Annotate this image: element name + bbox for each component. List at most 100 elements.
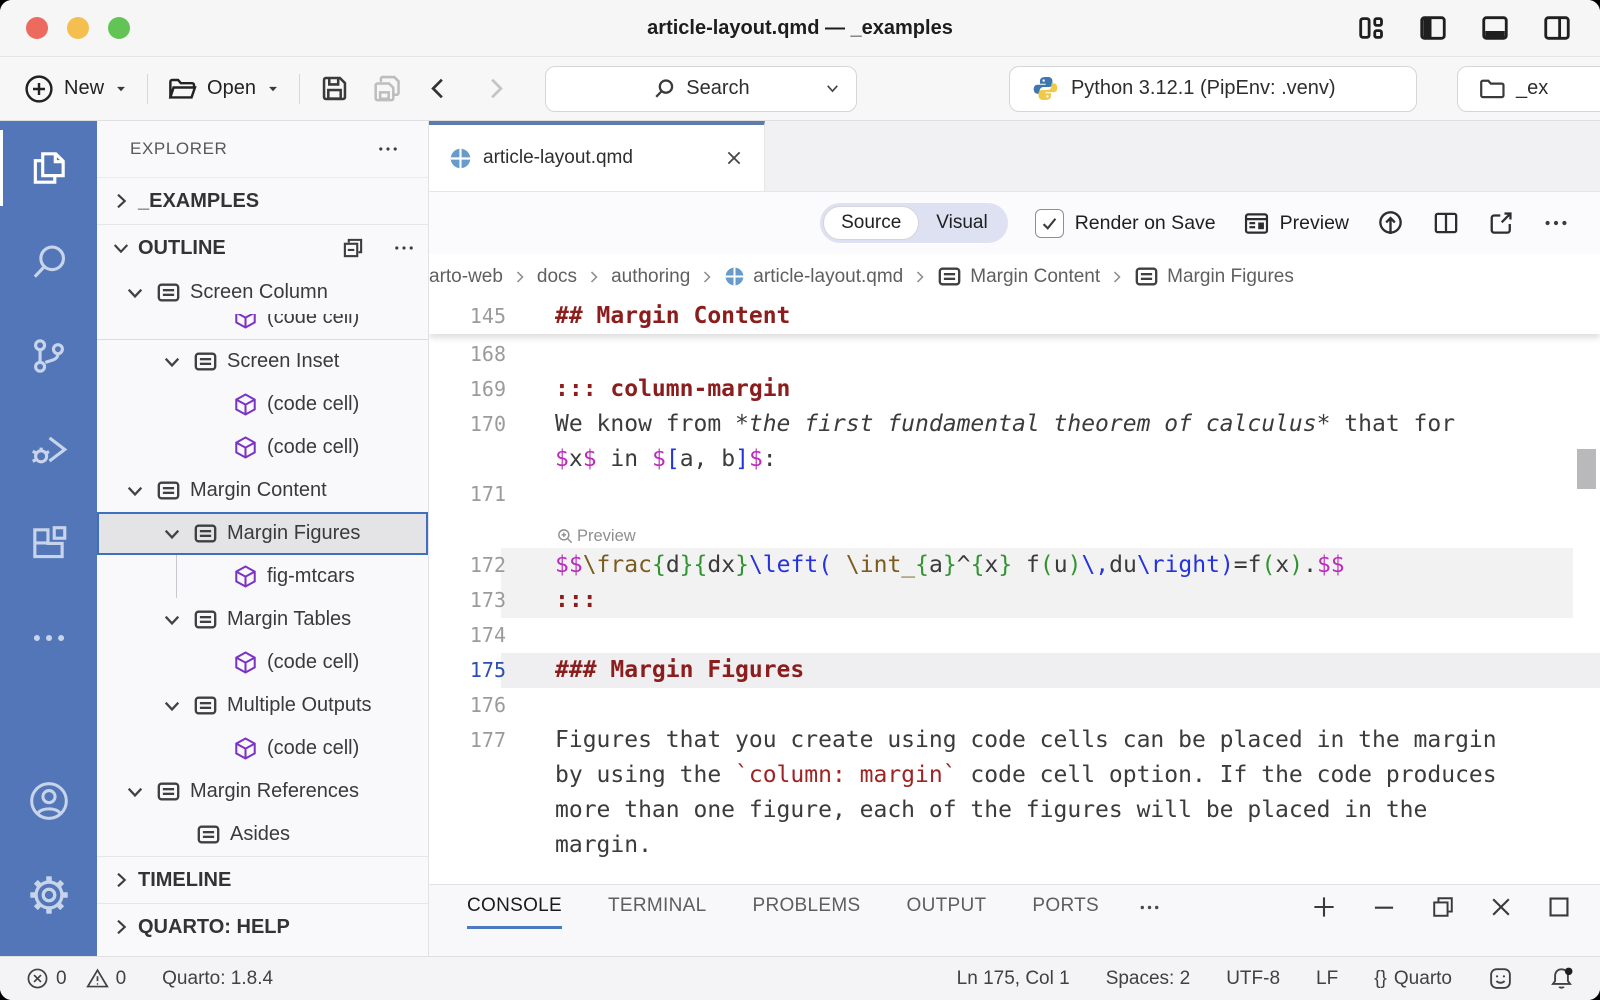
toggle-primary-sidebar-icon[interactable] xyxy=(1418,13,1448,43)
close-tab-icon[interactable] xyxy=(724,148,744,168)
preview-button[interactable]: Preview xyxy=(1243,210,1349,237)
section-symbol-icon xyxy=(156,478,181,503)
code-line-text: $$\frac{d}{dx}\left( \int_{a}^{x} f(u)\,… xyxy=(555,548,1345,583)
encoding-status[interactable]: UTF-8 xyxy=(1226,968,1280,990)
collapse-all-icon[interactable] xyxy=(340,235,366,261)
navigate-back-icon[interactable] xyxy=(425,75,452,102)
new-terminal-icon[interactable] xyxy=(1310,893,1338,921)
breadcrumb: arto-web docs authoring article-layout.qmd M… xyxy=(429,254,1600,299)
workspace-folder-button[interactable]: _ex xyxy=(1457,66,1600,112)
breadcrumb-item-margin-content[interactable]: Margin Content xyxy=(937,264,1100,289)
notifications-bell-icon[interactable] xyxy=(1549,966,1574,991)
breadcrumb-item-margin-figures[interactable]: Margin Figures xyxy=(1134,264,1294,289)
outline-item-margin-figures[interactable]: Margin Figures xyxy=(97,512,428,555)
outline-item-margin-content[interactable]: Margin Content xyxy=(97,469,428,512)
render-on-save[interactable]: Render on Save xyxy=(1035,209,1216,238)
save-icon[interactable] xyxy=(319,73,350,104)
breadcrumb-item-arto-web[interactable]: arto-web xyxy=(429,266,503,288)
panel-tab-ports[interactable]: PORTS xyxy=(1032,885,1099,929)
panel-tab-problems[interactable]: PROBLEMS xyxy=(752,885,860,929)
search-label: Search xyxy=(686,77,749,100)
line-number xyxy=(429,793,506,828)
search-dropdown-icon[interactable] xyxy=(824,80,841,97)
panel-more-icon[interactable] xyxy=(1137,885,1162,929)
customize-layout-icon[interactable] xyxy=(1356,13,1386,43)
section-symbol-icon xyxy=(1134,264,1159,289)
editor-more-icon[interactable] xyxy=(1542,209,1570,237)
cursor-position-status[interactable]: Ln 175, Col 1 xyxy=(957,968,1070,990)
workspace-folder-label: _ex xyxy=(1516,77,1548,100)
panel-tab-console[interactable]: CONSOLE xyxy=(467,885,562,929)
codelens-preview[interactable]: Preview xyxy=(429,512,1600,548)
outline-item-screen-column[interactable]: Screen Column xyxy=(97,271,428,314)
editor-region: article-layout.qmd Source Visual Render … xyxy=(429,121,1600,956)
line-number: 169 xyxy=(429,372,506,407)
outline-more-icon[interactable] xyxy=(392,236,416,260)
explorer-more-icon[interactable] xyxy=(376,137,400,161)
activity-settings[interactable] xyxy=(0,848,97,942)
breadcrumb-item-article-layout-qmd[interactable]: article-layout.qmd xyxy=(724,266,903,288)
outline-item-fig-mtcars[interactable]: fig-mtcars xyxy=(97,555,428,598)
outline-clipped-row: (code cell) xyxy=(97,314,428,340)
toggle-secondary-sidebar-icon[interactable] xyxy=(1542,13,1572,43)
panel-tab-output[interactable]: OUTPUT xyxy=(906,885,986,929)
close-panel-icon[interactable] xyxy=(1488,894,1514,920)
toggle-panel-icon[interactable] xyxy=(1480,13,1510,43)
sidebar-section-examples[interactable]: _EXAMPLES xyxy=(97,178,428,224)
section-symbol-icon xyxy=(193,349,218,374)
publish-icon[interactable] xyxy=(1376,209,1405,238)
activity-source-control[interactable] xyxy=(0,309,97,403)
outline-item--code-cell-[interactable]: (code cell) xyxy=(97,727,428,770)
breadcrumb-item-docs[interactable]: docs xyxy=(537,266,577,288)
maximize-panel-icon[interactable] xyxy=(1546,894,1572,920)
indentation-label: Spaces: 2 xyxy=(1106,968,1191,990)
sidebar-section-outline[interactable]: OUTLINE xyxy=(97,225,428,271)
outline-item--code-cell-[interactable]: (code cell) xyxy=(97,641,428,684)
activity-more[interactable] xyxy=(0,591,97,685)
navigate-forward-icon[interactable] xyxy=(482,75,509,102)
problems-status[interactable]: 0 0 xyxy=(26,967,126,990)
activity-extensions[interactable] xyxy=(0,497,97,591)
quarto-version-status[interactable]: Quarto: 1.8.4 xyxy=(162,968,273,990)
scrollbar-thumb[interactable] xyxy=(1577,449,1596,489)
render-on-save-checkbox[interactable] xyxy=(1035,209,1064,238)
activity-account[interactable] xyxy=(0,754,97,848)
outline-item--code-cell-[interactable]: (code cell) xyxy=(97,426,428,469)
sidebar-section-quarto-help[interactable]: QUARTO: HELP xyxy=(97,904,428,950)
restore-panel-icon[interactable] xyxy=(1430,894,1456,920)
open-button[interactable]: Open xyxy=(167,74,280,104)
python-interpreter-selector[interactable]: Python 3.12.1 (PipEnv: .venv) xyxy=(1009,66,1417,112)
activity-explorer[interactable] xyxy=(0,121,97,215)
open-label: Open xyxy=(207,77,256,100)
code-line-174: 174 xyxy=(429,618,1600,653)
open-external-icon[interactable] xyxy=(1487,209,1515,237)
outline-item-margin-tables[interactable]: Margin Tables xyxy=(97,598,428,641)
editor-tab-article-layout[interactable]: article-layout.qmd xyxy=(429,121,765,191)
search-input[interactable]: Search xyxy=(545,66,857,112)
new-button[interactable]: New xyxy=(24,74,128,104)
feedback-smiley-icon[interactable] xyxy=(1488,966,1513,991)
encoding-label: UTF-8 xyxy=(1226,968,1280,990)
split-editor-icon[interactable] xyxy=(1432,209,1460,237)
mode-source-button[interactable]: Source xyxy=(823,206,919,240)
language-mode-status[interactable]: {} Quarto xyxy=(1374,968,1452,990)
activity-run-debug[interactable] xyxy=(0,403,97,497)
code-editor[interactable]: 145## Margin Content168169::: column-mar… xyxy=(429,299,1600,884)
outline-item-multiple-outputs[interactable]: Multiple Outputs xyxy=(97,684,428,727)
sidebar-section-timeline[interactable]: TIMELINE xyxy=(97,857,428,903)
outline-item--code-cell-[interactable]: (code cell) xyxy=(97,314,428,339)
breadcrumb-item-authoring[interactable]: authoring xyxy=(611,266,690,288)
minimize-panel-icon[interactable] xyxy=(1370,893,1398,921)
save-all-icon[interactable] xyxy=(372,73,403,104)
status-bar: 0 0 Quarto: 1.8.4 Ln 175, Col 1 Spaces: … xyxy=(0,956,1600,1000)
mode-visual-button[interactable]: Visual xyxy=(919,206,1004,240)
line-number: 168 xyxy=(429,337,506,372)
outline-item-margin-references[interactable]: Margin References xyxy=(97,770,428,813)
indentation-status[interactable]: Spaces: 2 xyxy=(1106,968,1191,990)
activity-search[interactable] xyxy=(0,215,97,309)
panel-tab-terminal[interactable]: TERMINAL xyxy=(608,885,706,929)
outline-item-screen-inset[interactable]: Screen Inset xyxy=(97,340,428,383)
outline-item--code-cell-[interactable]: (code cell) xyxy=(97,383,428,426)
outline-item-asides[interactable]: Asides xyxy=(97,813,428,856)
eol-status[interactable]: LF xyxy=(1316,968,1338,990)
